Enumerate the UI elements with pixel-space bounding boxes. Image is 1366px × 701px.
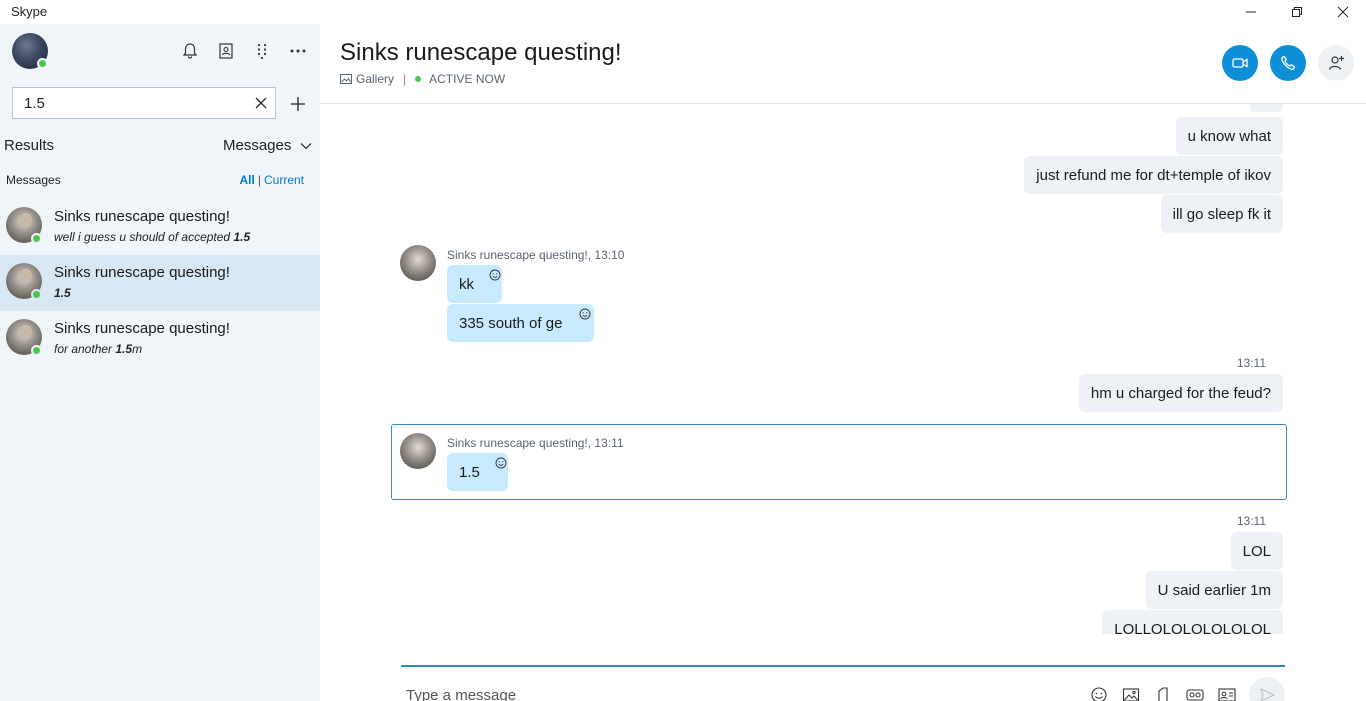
notifications-button[interactable] <box>179 40 201 62</box>
restore-button[interactable] <box>1274 0 1320 24</box>
dialpad-icon <box>257 43 267 60</box>
video-message-icon[interactable] <box>1186 687 1204 701</box>
sender-avatar <box>400 245 436 281</box>
close-icon <box>1337 6 1349 18</box>
snippet-text: for another <box>54 342 116 356</box>
gallery-icon <box>340 74 352 84</box>
outgoing-message[interactable]: U said earlier 1m <box>1145 571 1283 609</box>
search-result-item[interactable]: Sinks runescape questing! 1.5 <box>0 255 320 311</box>
search-input[interactable] <box>13 88 249 118</box>
sender-avatar <box>400 433 436 469</box>
smiley-icon[interactable] <box>495 457 507 469</box>
skype-window: Skype 1.5 Results Messages Messages All … <box>0 0 1366 701</box>
search-result-item[interactable]: Sinks runescape questing! for another 1.… <box>0 311 320 367</box>
results-label: Results <box>4 137 55 154</box>
gallery-link[interactable]: Gallery <box>356 72 394 86</box>
messages-section-label: Messages <box>6 173 61 187</box>
file-icon[interactable] <box>1154 687 1172 701</box>
title-bar: Skype <box>0 0 1366 24</box>
message-bubble-partial <box>1250 104 1283 112</box>
snippet-text: well i guess u should of accepted <box>54 230 234 244</box>
plus-icon[interactable] <box>288 94 308 114</box>
header-divider: | <box>403 72 407 86</box>
message-text: kk <box>459 275 474 293</box>
online-status-dot <box>31 289 42 300</box>
message-text: 1.5 <box>459 463 480 481</box>
scope-separator: | <box>257 173 261 187</box>
contacts-button[interactable] <box>215 40 237 62</box>
result-title: Sinks runescape questing! <box>54 208 230 225</box>
online-status-dot <box>31 233 42 244</box>
clear-search-icon[interactable] <box>254 96 268 110</box>
chevron-down-icon <box>300 142 312 149</box>
results-filter-value: Messages <box>223 137 292 154</box>
scope-current-link[interactable]: Current <box>264 173 304 187</box>
chat-pane: Sinks runescape questing! Gallery | ACTI… <box>320 24 1366 701</box>
add-people-button[interactable] <box>1318 45 1354 81</box>
result-title: Sinks runescape questing! <box>54 264 230 281</box>
message-meta: Sinks runescape questing!, 13:10 <box>447 248 625 262</box>
message-input[interactable] <box>406 684 1006 701</box>
more-icon <box>290 49 306 53</box>
audio-call-button[interactable] <box>1270 45 1306 81</box>
result-snippet: for another 1.5m <box>54 342 142 356</box>
chat-subheader: Gallery | ACTIVE NOW <box>340 72 505 86</box>
outgoing-message[interactable]: just refund me for dt+temple of ikov <box>1024 156 1283 194</box>
contact-card-icon[interactable] <box>1218 687 1236 701</box>
compose-focus-line <box>401 665 1285 667</box>
minimize-icon <box>1246 11 1256 13</box>
scope-toggle: All | Current <box>240 173 304 187</box>
smiley-icon[interactable] <box>579 308 591 320</box>
emoji-icon[interactable] <box>1090 687 1108 701</box>
outgoing-message[interactable]: LOLLOLOLOLOLOLOL <box>1102 610 1283 634</box>
result-snippet: well i guess u should of accepted 1.5 <box>54 230 250 244</box>
outgoing-message[interactable]: LOL <box>1230 532 1283 570</box>
snippet-match: 1.5 <box>115 342 133 356</box>
message-list: u know what just refund me for dt+temple… <box>320 104 1366 634</box>
send-button[interactable] <box>1249 677 1285 701</box>
search-box <box>12 87 276 119</box>
more-options-button[interactable] <box>287 40 309 62</box>
search-result-item[interactable]: Sinks runescape questing! well i guess u… <box>0 199 320 255</box>
outgoing-message[interactable]: u know what <box>1175 117 1283 155</box>
message-meta: Sinks runescape questing!, 13:11 <box>447 436 624 450</box>
minimize-button[interactable] <box>1228 0 1274 24</box>
phone-icon <box>1281 55 1296 70</box>
incoming-message[interactable]: 335 south of ge <box>447 304 595 342</box>
message-text: 335 south of ge <box>459 314 563 332</box>
bell-icon <box>182 43 198 59</box>
app-title: Skype <box>11 4 48 19</box>
video-call-button[interactable] <box>1222 45 1258 81</box>
contacts-icon <box>219 43 233 59</box>
results-filter-dropdown[interactable]: Messages <box>223 137 313 154</box>
message-timestamp: 13:11 <box>1236 356 1266 370</box>
result-title: Sinks runescape questing! <box>54 320 230 337</box>
sidebar: Results Messages Messages All|Current Si… <box>0 24 320 701</box>
outgoing-message[interactable]: ill go sleep fk it <box>1160 195 1283 233</box>
online-status-dot <box>37 58 48 69</box>
smiley-icon[interactable] <box>489 269 501 281</box>
chat-title[interactable]: Sinks runescape questing! <box>340 39 622 67</box>
result-snippet: 1.5 <box>54 286 71 300</box>
active-status-dot <box>415 76 422 82</box>
send-icon <box>1260 688 1275 701</box>
snippet-match: 1.5 <box>233 230 251 244</box>
outgoing-message[interactable]: hm u charged for the feud? <box>1078 374 1283 412</box>
image-icon[interactable] <box>1122 687 1140 701</box>
online-status-dot <box>31 345 42 356</box>
scope-all-link[interactable]: All <box>240 173 255 187</box>
snippet-text: m <box>132 342 143 356</box>
add-person-icon <box>1328 56 1344 70</box>
video-camera-icon <box>1232 58 1248 68</box>
restore-icon <box>1292 7 1302 17</box>
close-button[interactable] <box>1320 0 1366 24</box>
dialpad-button[interactable] <box>251 40 273 62</box>
active-status: ACTIVE NOW <box>429 72 506 86</box>
snippet-match: 1.5 <box>54 286 71 300</box>
message-timestamp: 13:11 <box>1236 514 1266 528</box>
